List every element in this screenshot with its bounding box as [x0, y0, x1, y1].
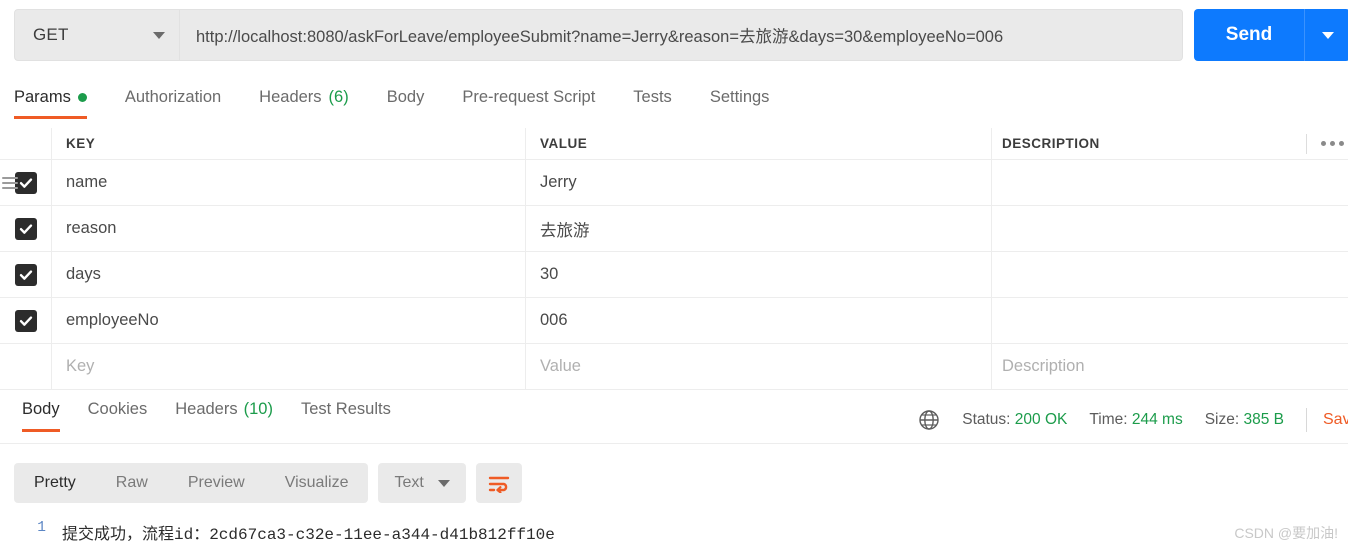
save-response-button[interactable]: Save Response — [1306, 408, 1348, 432]
tab-headers-count: (6) — [328, 88, 349, 106]
tab-tests-label: Tests — [633, 88, 672, 106]
tab-settings-label: Settings — [709, 88, 770, 106]
row-description-cell[interactable] — [992, 298, 1348, 343]
param-enabled-checkbox[interactable] — [14, 309, 37, 332]
size-badge: Size: 385 B — [1204, 411, 1284, 428]
row-key-cell[interactable]: days — [52, 252, 526, 297]
param-enabled-checkbox[interactable] — [14, 263, 37, 286]
tab-authorization[interactable]: Authorization — [125, 88, 221, 119]
row-key-cell[interactable]: employeeNo — [52, 298, 526, 343]
new-param-key-input[interactable]: Key — [52, 344, 526, 389]
tab-params-label: Params — [14, 88, 71, 106]
header-cell-checkbox — [0, 128, 52, 159]
new-param-description-input[interactable]: Description — [992, 344, 1348, 389]
header-cell-value: VALUE — [526, 128, 992, 159]
response-meta: Status: 200 OK Time: 244 ms Size: 385 B … — [918, 400, 1348, 440]
tab-headers[interactable]: Headers (6) — [259, 88, 349, 119]
row-value-cell[interactable]: 去旅游 — [526, 206, 992, 251]
request-tabs: Params Authorization Headers (6) Body Pr… — [0, 88, 1348, 128]
response-body-viewer[interactable]: 1 提交成功，流程id：2cd67ca3-c32e-11ee-a344-d41b… — [0, 512, 1348, 549]
watermark: CSDN @要加油! — [1234, 525, 1338, 541]
row-description-cell[interactable] — [992, 160, 1348, 205]
table-row: days 30 — [0, 252, 1348, 298]
row-checkbox-cell — [0, 344, 52, 389]
chevron-down-icon — [153, 31, 165, 39]
drag-handle-icon[interactable] — [2, 174, 18, 192]
tab-body[interactable]: Body — [387, 88, 425, 119]
query-params-table: KEY VALUE DESCRIPTION name Jerry reason … — [0, 128, 1348, 390]
response-tab-headers[interactable]: Headers (10) — [175, 400, 273, 432]
response-tab-test-results[interactable]: Test Results — [301, 400, 391, 432]
globe-icon[interactable] — [918, 409, 940, 431]
tab-authorization-label: Authorization — [124, 88, 222, 106]
table-header-row: KEY VALUE DESCRIPTION — [0, 128, 1348, 160]
time-value: 244 ms — [1131, 411, 1183, 428]
view-pretty[interactable]: Pretty — [14, 463, 96, 503]
line-number: 1 — [37, 520, 46, 536]
word-wrap-icon — [488, 476, 510, 493]
content-type-label: Text — [394, 474, 424, 491]
time-badge: Time: 244 ms — [1089, 411, 1183, 428]
chevron-down-icon — [437, 479, 450, 487]
row-description-cell[interactable] — [992, 252, 1348, 297]
response-tab-cookies[interactable]: Cookies — [88, 400, 148, 432]
response-tab-body[interactable]: Body — [22, 400, 60, 432]
status-value: 200 OK — [1014, 411, 1068, 428]
row-description-cell[interactable] — [992, 206, 1348, 251]
row-key-cell[interactable]: name — [52, 160, 526, 205]
size-value: 385 B — [1243, 411, 1284, 428]
request-url-bar: GET http://localhost:8080/askForLeave/em… — [0, 0, 1348, 72]
view-preview[interactable]: Preview — [168, 463, 265, 503]
tab-settings[interactable]: Settings — [710, 88, 770, 119]
header-cell-key: KEY — [52, 128, 526, 159]
tab-headers-label: Headers — [259, 88, 322, 106]
row-checkbox-cell — [0, 206, 52, 251]
response-headers-count: (10) — [243, 400, 273, 418]
tab-pre-request-script-label: Pre-request Script — [462, 88, 596, 106]
code-line: 1 提交成功，流程id：2cd67ca3-c32e-11ee-a344-d41b… — [0, 512, 1348, 544]
tab-tests[interactable]: Tests — [633, 88, 672, 119]
row-value-cell[interactable]: 30 — [526, 252, 992, 297]
row-checkbox-cell — [0, 160, 52, 205]
chevron-down-icon — [1321, 31, 1334, 39]
params-modified-dot-icon — [77, 93, 87, 102]
tab-body-label: Body — [386, 88, 425, 106]
row-value-cell[interactable]: Jerry — [526, 160, 992, 205]
response-tabs-bar: Body Cookies Headers (10) Test Results S… — [0, 400, 1348, 444]
response-view-segmented-control: Pretty Raw Preview Visualize — [14, 463, 369, 503]
table-row: name Jerry — [0, 160, 1348, 206]
content-type-dropdown[interactable]: Text — [378, 463, 466, 503]
row-checkbox-cell — [0, 252, 52, 297]
send-options-dropdown[interactable] — [1304, 9, 1348, 61]
param-enabled-checkbox[interactable] — [14, 217, 37, 240]
bulk-edit-more-icon[interactable] — [1306, 133, 1348, 154]
view-visualize[interactable]: Visualize — [265, 463, 369, 503]
table-row-empty: Key Value Description — [0, 344, 1348, 390]
table-row: employeeNo 006 — [0, 298, 1348, 344]
send-button-group: Send — [1194, 9, 1348, 61]
http-method-label: GET — [33, 25, 69, 44]
url-input[interactable]: http://localhost:8080/askForLeave/employ… — [180, 9, 1183, 61]
word-wrap-toggle[interactable] — [475, 463, 522, 503]
response-format-toolbar: Pretty Raw Preview Visualize Text — [0, 458, 1348, 508]
row-value-cell[interactable]: 006 — [526, 298, 992, 343]
response-body-text: 提交成功，流程id：2cd67ca3-c32e-11ee-a344-d41b81… — [62, 526, 555, 544]
row-checkbox-cell — [0, 298, 52, 343]
header-cell-description: DESCRIPTION — [992, 128, 1348, 159]
status-badge: Status: 200 OK — [962, 411, 1068, 428]
send-button[interactable]: Send — [1194, 9, 1304, 61]
tab-params[interactable]: Params — [14, 88, 87, 119]
new-param-value-input[interactable]: Value — [526, 344, 992, 389]
view-raw[interactable]: Raw — [96, 463, 168, 503]
row-key-cell[interactable]: reason — [52, 206, 526, 251]
table-row: reason 去旅游 — [0, 206, 1348, 252]
tab-pre-request-script[interactable]: Pre-request Script — [462, 88, 595, 119]
http-method-dropdown[interactable]: GET — [14, 9, 180, 61]
